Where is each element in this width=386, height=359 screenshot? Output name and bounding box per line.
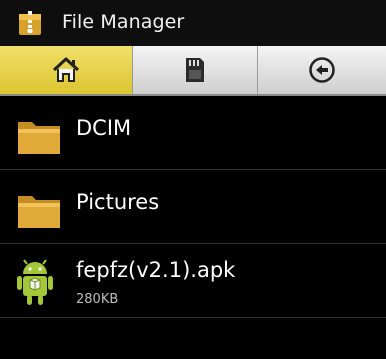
android-icon: [17, 259, 53, 305]
home-icon: [52, 57, 80, 82]
file-list: DCIM Pictures fepfz(v2.1).apk 280KB: [0, 96, 386, 318]
folder-icon: [18, 122, 60, 154]
list-item[interactable]: DCIM: [0, 96, 386, 170]
folder-zip-icon: [19, 11, 41, 35]
list-item[interactable]: fepfz(v2.1).apk 280KB: [0, 244, 386, 318]
tab-bar: [0, 46, 386, 96]
app-title: File Manager: [62, 11, 185, 33]
empty-area: [0, 318, 386, 359]
title-bar: File Manager: [0, 0, 386, 46]
file-size: 280KB: [76, 292, 119, 307]
file-manager-app: File Manager DCIM Pictures fepfz(v2.1).a…: [0, 0, 386, 359]
tab-home[interactable]: [0, 46, 133, 94]
back-arrow-icon: [309, 57, 335, 83]
folder-icon: [18, 196, 60, 228]
file-name: Pictures: [76, 190, 160, 214]
sd-card-icon: [186, 58, 204, 82]
list-item[interactable]: Pictures: [0, 170, 386, 244]
file-name: DCIM: [76, 116, 132, 140]
file-name: fepfz(v2.1).apk: [76, 258, 236, 282]
tab-sdcard[interactable]: [133, 46, 258, 94]
tab-back[interactable]: [258, 46, 386, 94]
